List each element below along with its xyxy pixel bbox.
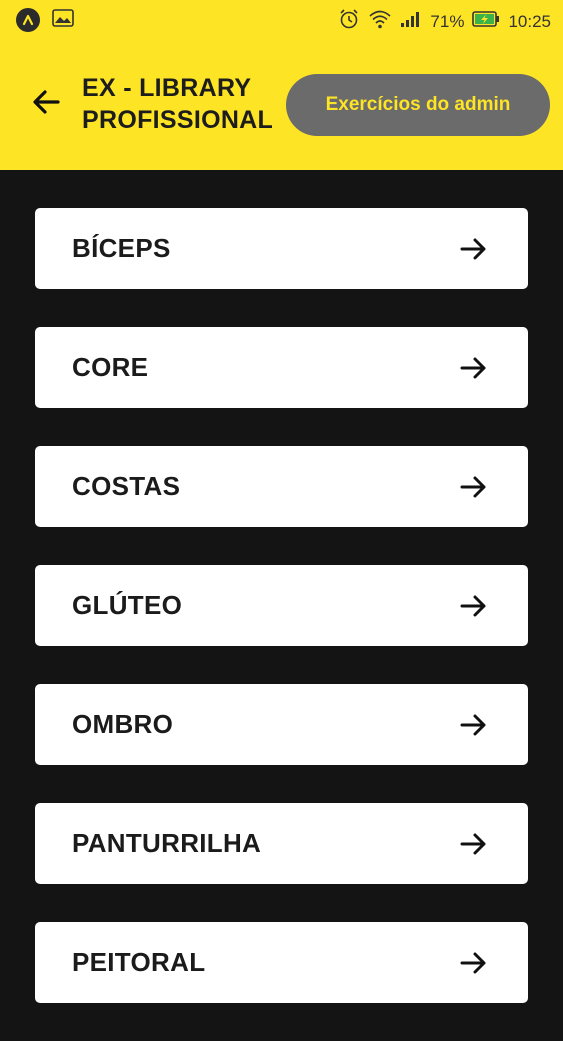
category-item-panturrilha[interactable]: PANTURRILHA [35,803,528,884]
arrow-right-icon [460,235,488,263]
app-bar: EX - LIBRARY PROFISSIONAL Exercícios do … [0,38,563,170]
category-item-costas[interactable]: COSTAS [35,446,528,527]
status-bar: 71% 10:25 [0,0,563,38]
page-title: EX - LIBRARY PROFISSIONAL [82,72,282,136]
arrow-right-icon [460,830,488,858]
alarm-icon [338,8,360,35]
back-button[interactable] [28,86,64,122]
category-label: PANTURRILHA [72,828,262,858]
image-icon [52,8,74,32]
arrow-right-icon [460,711,488,739]
page-title-line1: EX - LIBRARY [82,74,252,102]
category-label: CORE [72,352,149,382]
app-badge-icon [16,8,40,32]
category-list: BÍCEPS CORE COSTAS GLÚTEO OMBRO PANTURRI… [35,208,528,1041]
category-item-core[interactable]: CORE [35,327,528,408]
arrow-left-icon [32,89,60,120]
page-title-line2: PROFISSIONAL [82,106,274,134]
arrow-right-icon [460,949,488,977]
wifi-icon [368,8,392,35]
arrow-right-icon [460,473,488,501]
category-item-ombro[interactable]: OMBRO [35,684,528,765]
clock-time: 10:25 [508,11,551,31]
arrow-right-icon [460,592,488,620]
category-label: PEITORAL [72,947,206,977]
admin-exercises-button[interactable]: Exercícios do admin [286,74,550,136]
signal-icon [400,10,422,33]
category-label: COSTAS [72,471,181,501]
category-label: OMBRO [72,709,174,739]
battery-charging-icon [472,10,500,33]
category-item-biceps[interactable]: BÍCEPS [35,208,528,289]
category-item-peitoral[interactable]: PEITORAL [35,922,528,1003]
arrow-right-icon [460,354,488,382]
category-label: BÍCEPS [72,233,171,263]
battery-percent: 71% [430,11,465,31]
category-label: GLÚTEO [72,590,183,620]
category-item-gluteo[interactable]: GLÚTEO [35,565,528,646]
